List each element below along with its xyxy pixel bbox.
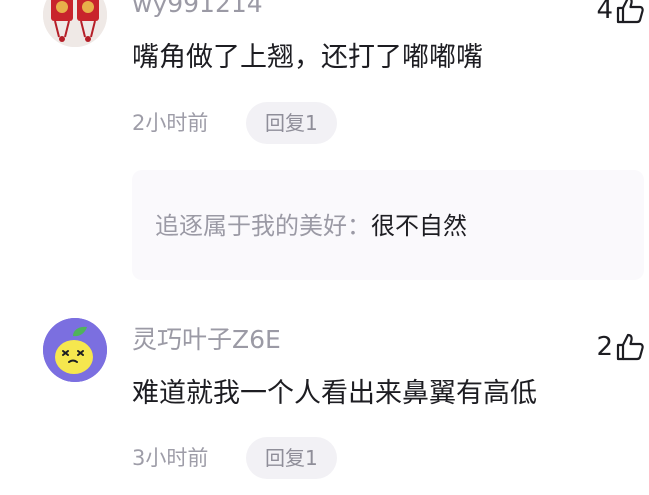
reply-button[interactable]: 回复1 <box>246 437 337 479</box>
comment-list: wy991214 4 嘴角做了上翘，还打了嘟嘟嘴 2小时前 回复1 追逐属于我的… <box>0 0 649 495</box>
thumbs-up-icon <box>615 0 645 25</box>
reply-text: 很不自然 <box>371 212 467 240</box>
comment-time: 2小时前 <box>132 111 209 135</box>
like-count: 4 <box>596 0 613 25</box>
reply-preview: 追逐属于我的美好：很不自然 <box>155 214 467 238</box>
reply-button[interactable]: 回复1 <box>246 102 337 144</box>
like-button[interactable]: 2 <box>596 330 645 364</box>
yellow-lemon-avatar-icon <box>43 318 107 382</box>
comment-text: 难道就我一个人看出来鼻翼有高低 <box>132 378 537 409</box>
comment-text: 嘴角做了上翘，还打了嘟嘟嘴 <box>132 42 483 73</box>
comment-time: 3小时前 <box>132 446 209 470</box>
reply-separator: ： <box>347 212 371 240</box>
thumbs-up-icon <box>615 332 645 362</box>
reply-author[interactable]: 追逐属于我的美好 <box>155 212 347 240</box>
red-envelope-avatar-icon <box>43 0 107 47</box>
like-count: 2 <box>596 332 613 362</box>
reply-preview-box[interactable]: 追逐属于我的美好：很不自然 <box>132 170 644 280</box>
user-avatar[interactable] <box>43 0 107 47</box>
comment-username[interactable]: 灵巧叶子Z6E <box>132 327 281 352</box>
like-button[interactable]: 4 <box>596 0 645 27</box>
comment-username[interactable]: wy991214 <box>132 0 263 16</box>
user-avatar[interactable] <box>43 318 107 382</box>
